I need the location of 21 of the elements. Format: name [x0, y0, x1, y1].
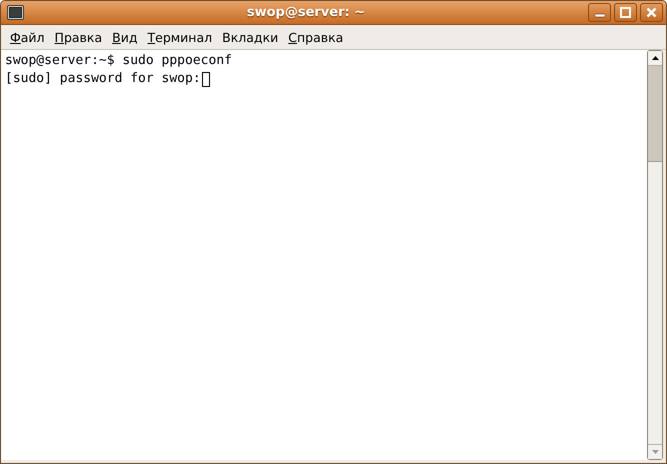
menu-item[interactable]: Справка [283, 28, 348, 46]
minimize-button[interactable] [588, 3, 611, 22]
scroll-thumb[interactable] [648, 66, 662, 162]
menu-item[interactable]: Файл [5, 28, 50, 46]
terminal-line: [sudo] password for swop: [5, 70, 643, 88]
close-icon [646, 7, 657, 18]
scrollbar[interactable] [647, 50, 663, 460]
terminal-line: swop@server:~$ sudo pppoeconf [5, 52, 233, 70]
menu-item[interactable]: Правка [50, 28, 108, 46]
menu-item[interactable]: Вид [107, 28, 142, 46]
close-button[interactable] [640, 3, 663, 22]
menu-item[interactable]: Вкладки [217, 28, 284, 46]
terminal-area[interactable]: swop@server:~$ sudo pppoeconf [sudo] password for swop: [1, 50, 647, 460]
maximize-icon [620, 7, 631, 18]
window-title: swop@server: ~ [246, 5, 366, 20]
scroll-up-button[interactable] [648, 51, 662, 66]
maximize-button[interactable] [614, 3, 637, 22]
down-arrow-icon [652, 450, 658, 454]
up-arrow-icon [652, 56, 658, 60]
terminal-icon [7, 5, 24, 20]
menu-item[interactable]: Терминал [142, 28, 218, 46]
